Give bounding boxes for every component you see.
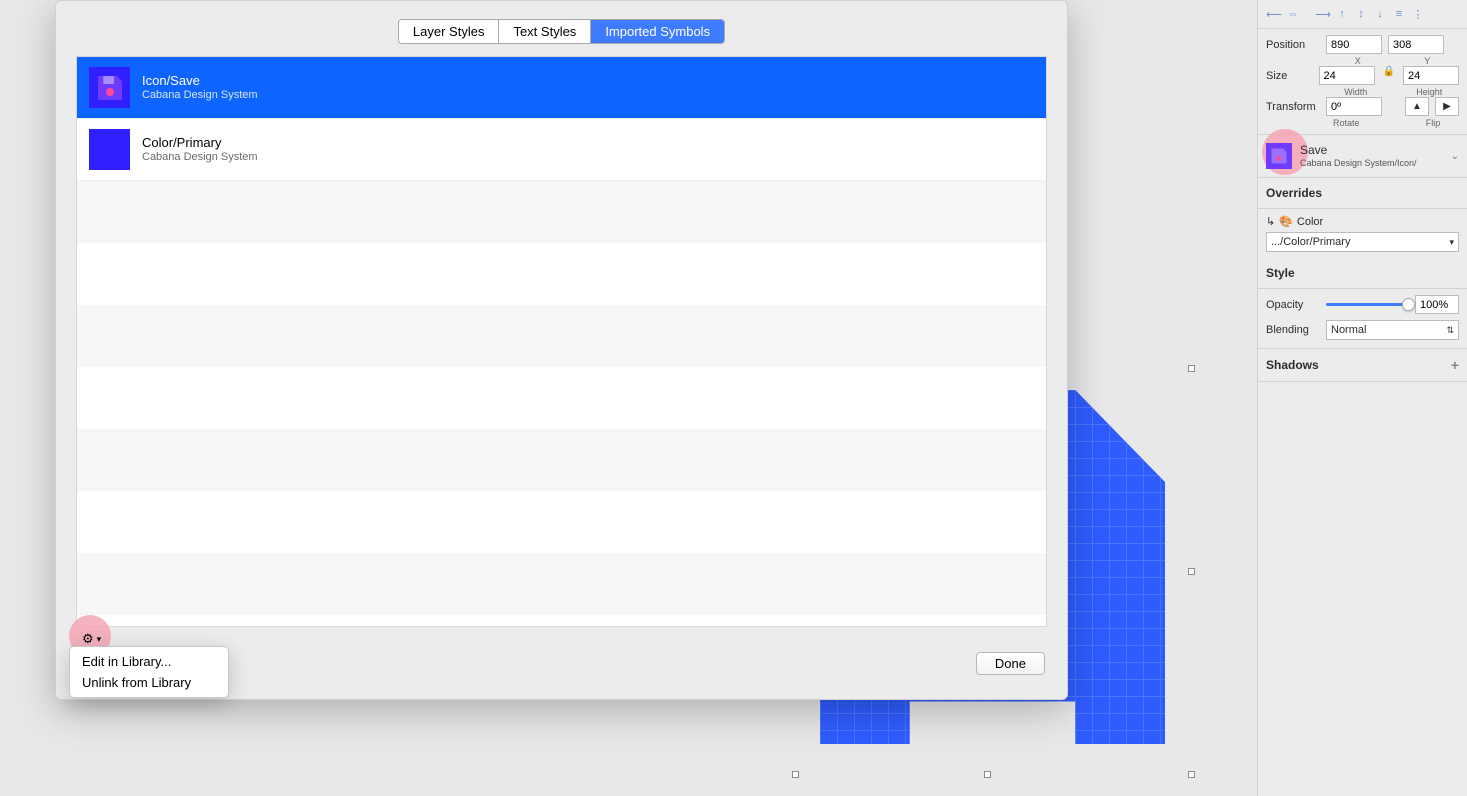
align-left-icon[interactable]: ⟵ [1266, 6, 1282, 22]
components-preferences-dialog: Layer Styles Text Styles Imported Symbol… [55, 0, 1068, 700]
align-bottom-icon[interactable]: ↓ [1372, 6, 1388, 22]
transform-label: Transform [1266, 101, 1326, 113]
tab-text-styles[interactable]: Text Styles [499, 20, 591, 43]
opacity-label: Opacity [1266, 299, 1326, 311]
gear-icon: ⚙ [82, 631, 94, 647]
blending-select[interactable]: Normal ⇅ [1326, 320, 1459, 340]
chevron-down-icon: ▾ [1449, 237, 1454, 248]
menu-edit-in-library[interactable]: Edit in Library... [70, 651, 228, 672]
list-item-subtitle: Cabana Design System [142, 89, 258, 103]
flip-horizontal-button[interactable]: ▲ [1405, 97, 1429, 116]
gear-dropdown-menu: Edit in Library... Unlink from Library [69, 646, 229, 698]
done-button[interactable]: Done [976, 652, 1045, 675]
distribute-h-icon[interactable]: ≡ [1391, 6, 1407, 22]
overrides-header: Overrides [1258, 178, 1467, 209]
blending-label: Blending [1266, 324, 1326, 336]
height-input[interactable] [1403, 66, 1459, 85]
alignment-toolbar: ⟵ ⇔ ⟶ ↑ ↕ ↓ ≡ ⋮ [1258, 0, 1467, 29]
shadows-header: Shadows + [1258, 349, 1467, 382]
list-item-title: Color/Primary [142, 135, 258, 151]
flip-vertical-button[interactable]: ▶ [1435, 97, 1459, 116]
empty-rows [77, 181, 1046, 615]
color-swatch-icon [89, 129, 130, 170]
opacity-slider[interactable] [1326, 303, 1409, 306]
save-icon [89, 67, 130, 108]
symbol-path: Cabana Design System/Icon/ [1300, 158, 1417, 169]
list-item[interactable]: Icon/Save Cabana Design System [77, 57, 1046, 119]
list-item-subtitle: Cabana Design System [142, 151, 258, 165]
menu-unlink-from-library[interactable]: Unlink from Library [70, 672, 228, 693]
rotate-input[interactable] [1326, 97, 1382, 116]
align-center-h-icon[interactable]: ⇔ [1285, 6, 1301, 22]
symbol-name: Save [1300, 143, 1417, 157]
list-item-title: Icon/Save [142, 73, 258, 89]
override-indent-icon: ↳ [1266, 215, 1275, 228]
inspector-panel: ⟵ ⇔ ⟶ ↑ ↕ ↓ ≡ ⋮ Position XY Size 🔒 Width… [1257, 0, 1467, 796]
dialog-tabs: Layer Styles Text Styles Imported Symbol… [56, 1, 1067, 52]
override-label: Color [1297, 216, 1323, 228]
opacity-input[interactable] [1415, 295, 1459, 314]
position-label: Position [1266, 39, 1326, 51]
symbol-instance-header[interactable]: Save Cabana Design System/Icon/ ⌄ [1258, 135, 1467, 178]
lock-aspect-icon[interactable]: 🔒 [1381, 66, 1397, 85]
size-label: Size [1266, 70, 1319, 82]
position-y-input[interactable] [1388, 35, 1444, 54]
tab-imported-symbols[interactable]: Imported Symbols [591, 20, 724, 43]
distribute-v-icon[interactable]: ⋮ [1410, 6, 1426, 22]
align-right-icon[interactable]: ⟶ [1315, 6, 1331, 22]
save-icon [1266, 143, 1292, 169]
style-header: Style [1258, 258, 1467, 289]
palette-icon: 🎨 [1279, 215, 1293, 228]
updown-icon: ⇅ [1446, 325, 1454, 336]
width-input[interactable] [1319, 66, 1375, 85]
symbols-list[interactable]: Icon/Save Cabana Design System Color/Pri… [76, 56, 1047, 627]
chevron-down-icon[interactable]: ⌄ [1451, 151, 1459, 162]
override-color-select[interactable]: .../Color/Primary ▾ [1266, 232, 1459, 252]
tab-layer-styles[interactable]: Layer Styles [399, 20, 500, 43]
add-shadow-button[interactable]: + [1451, 357, 1459, 373]
list-item[interactable]: Color/Primary Cabana Design System [77, 119, 1046, 181]
chevron-down-icon: ▾ [97, 634, 102, 645]
position-x-input[interactable] [1326, 35, 1382, 54]
align-center-v-icon[interactable]: ↕ [1353, 6, 1369, 22]
align-top-icon[interactable]: ↑ [1334, 6, 1350, 22]
